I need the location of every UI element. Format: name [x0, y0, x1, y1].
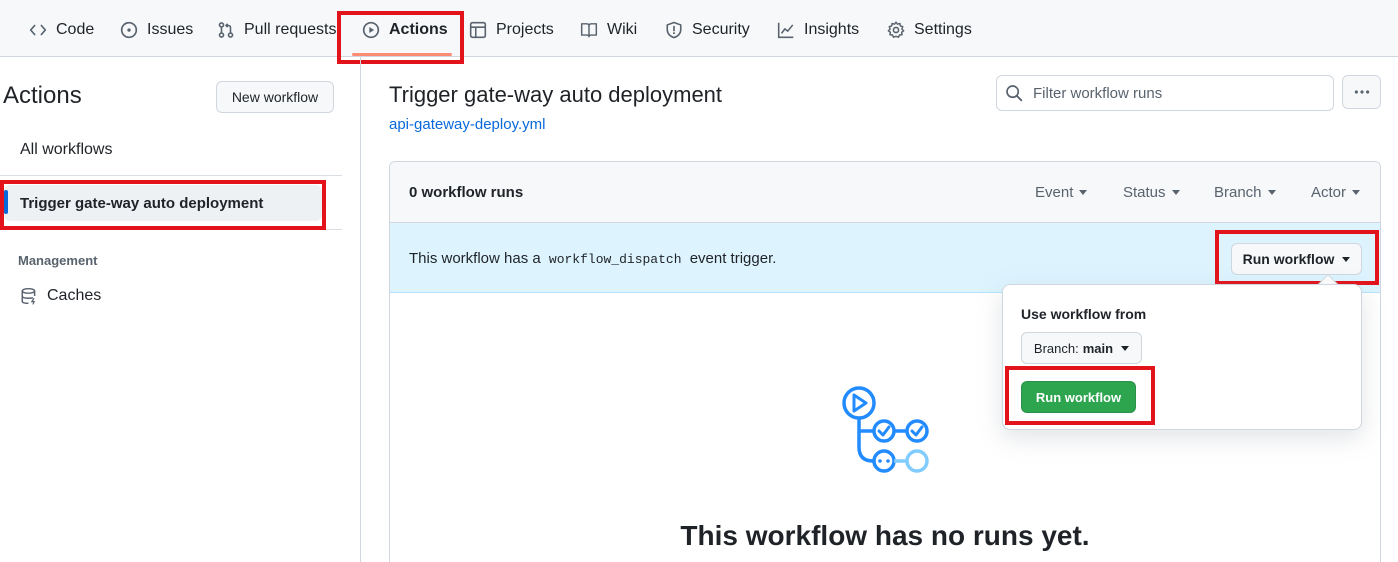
tab-actions-label: Actions [389, 21, 448, 38]
sidebar-title: Actions [3, 82, 82, 109]
code-icon [29, 24, 47, 36]
status-filter[interactable]: Status [1123, 184, 1180, 201]
filter-workflow-runs[interactable] [996, 75, 1334, 111]
run-workflow-label: Run workflow [1242, 251, 1335, 267]
actions-sidebar: Actions New workflow All workflows Trigg… [0, 57, 361, 562]
tab-settings-label: Settings [914, 21, 972, 38]
banner-code: workflow_dispatch [548, 252, 682, 267]
tab-insights[interactable]: Insights [777, 10, 859, 50]
actor-filter-label: Actor [1311, 184, 1347, 201]
status-filter-label: Status [1123, 184, 1166, 201]
banner-prefix: This workflow has a [409, 250, 541, 267]
graph-icon [777, 22, 794, 39]
chevron-down-icon [1079, 190, 1088, 195]
active-tab-underline [352, 53, 452, 56]
run-workflow-popover: Use workflow from Branch: main Run workf… [1002, 284, 1362, 430]
page-title: Trigger gate-way auto deployment [389, 82, 723, 107]
empty-state-title: This workflow has no runs yet. [680, 520, 1090, 551]
tab-code[interactable]: Code [29, 10, 94, 50]
runs-header: 0 workflow runs Event Status Branch Acto… [390, 162, 1380, 223]
triangle-down-icon [1342, 256, 1351, 262]
actor-filter[interactable]: Actor [1311, 184, 1361, 201]
tab-insights-label: Insights [804, 21, 860, 38]
chevron-down-icon [1267, 190, 1276, 195]
gear-icon [887, 21, 905, 38]
tab-pull-requests[interactable]: Pull requests [217, 10, 337, 50]
repo-nav: Code Issues Pull requests Actions Projec… [0, 0, 1398, 57]
banner-text: This workflow has a workflow_dispatch ev… [409, 250, 776, 267]
tab-projects-label: Projects [496, 21, 554, 38]
shield-icon [666, 21, 682, 39]
git-pull-request-icon [218, 22, 234, 38]
tab-settings[interactable]: Settings [887, 10, 972, 50]
workflow-graph-icon [842, 386, 929, 473]
table-icon [469, 21, 487, 39]
branch-select-button[interactable]: Branch: main [1021, 332, 1142, 364]
tab-issues-label: Issues [147, 21, 194, 38]
run-workflow-dropdown-button[interactable]: Run workflow [1231, 243, 1362, 275]
database-icon [21, 287, 36, 305]
runs-count: 0 workflow runs [409, 184, 524, 201]
filter-input[interactable] [1033, 84, 1313, 102]
sidebar-divider [0, 175, 342, 176]
issue-opened-icon [120, 21, 138, 39]
banner-suffix: event trigger. [689, 250, 777, 267]
tab-security-label: Security [692, 21, 750, 38]
play-icon [362, 21, 380, 39]
use-workflow-from-label: Use workflow from [1021, 306, 1147, 322]
chevron-down-icon [1171, 190, 1180, 195]
branch-prefix: Branch: [1033, 340, 1079, 356]
sidebar-item-caches[interactable]: Caches [20, 287, 101, 305]
more-options-button[interactable] [1342, 75, 1381, 109]
tab-projects[interactable]: Projects [469, 10, 554, 50]
branch-filter-label: Branch [1214, 184, 1262, 201]
sidebar-section-management: Management [18, 253, 98, 268]
workflow-file-link[interactable]: api-gateway-deploy.yml [389, 116, 545, 133]
tab-pull-requests-label: Pull requests [244, 21, 337, 38]
kebab-horizontal-icon [1354, 90, 1369, 94]
new-workflow-button[interactable]: New workflow [216, 81, 334, 113]
sidebar-item-trigger-gateway[interactable]: Trigger gate-way auto deployment [20, 195, 263, 212]
tab-wiki[interactable]: Wiki [580, 10, 637, 50]
event-filter-label: Event [1035, 184, 1074, 201]
branch-filter[interactable]: Branch [1214, 184, 1276, 201]
event-filter[interactable]: Event [1035, 184, 1088, 201]
sidebar-divider [0, 229, 342, 230]
branch-value: main [1082, 340, 1114, 356]
chevron-down-icon [1352, 190, 1361, 195]
dispatch-banner: This workflow has a workflow_dispatch ev… [390, 223, 1380, 293]
run-workflow-submit-button[interactable]: Run workflow [1021, 381, 1136, 413]
sidebar-item-all-workflows[interactable]: All workflows [20, 141, 112, 159]
tab-security[interactable]: Security [665, 10, 750, 50]
triangle-down-icon [1121, 345, 1130, 351]
search-icon [1006, 85, 1023, 102]
sidebar-selected-indicator [4, 190, 8, 214]
tab-code-label: Code [56, 21, 95, 38]
book-icon [580, 23, 598, 38]
tab-actions[interactable]: Actions [362, 10, 448, 50]
tab-wiki-label: Wiki [607, 21, 638, 38]
sidebar-item-caches-label: Caches [47, 287, 102, 304]
tab-issues[interactable]: Issues [120, 10, 193, 50]
